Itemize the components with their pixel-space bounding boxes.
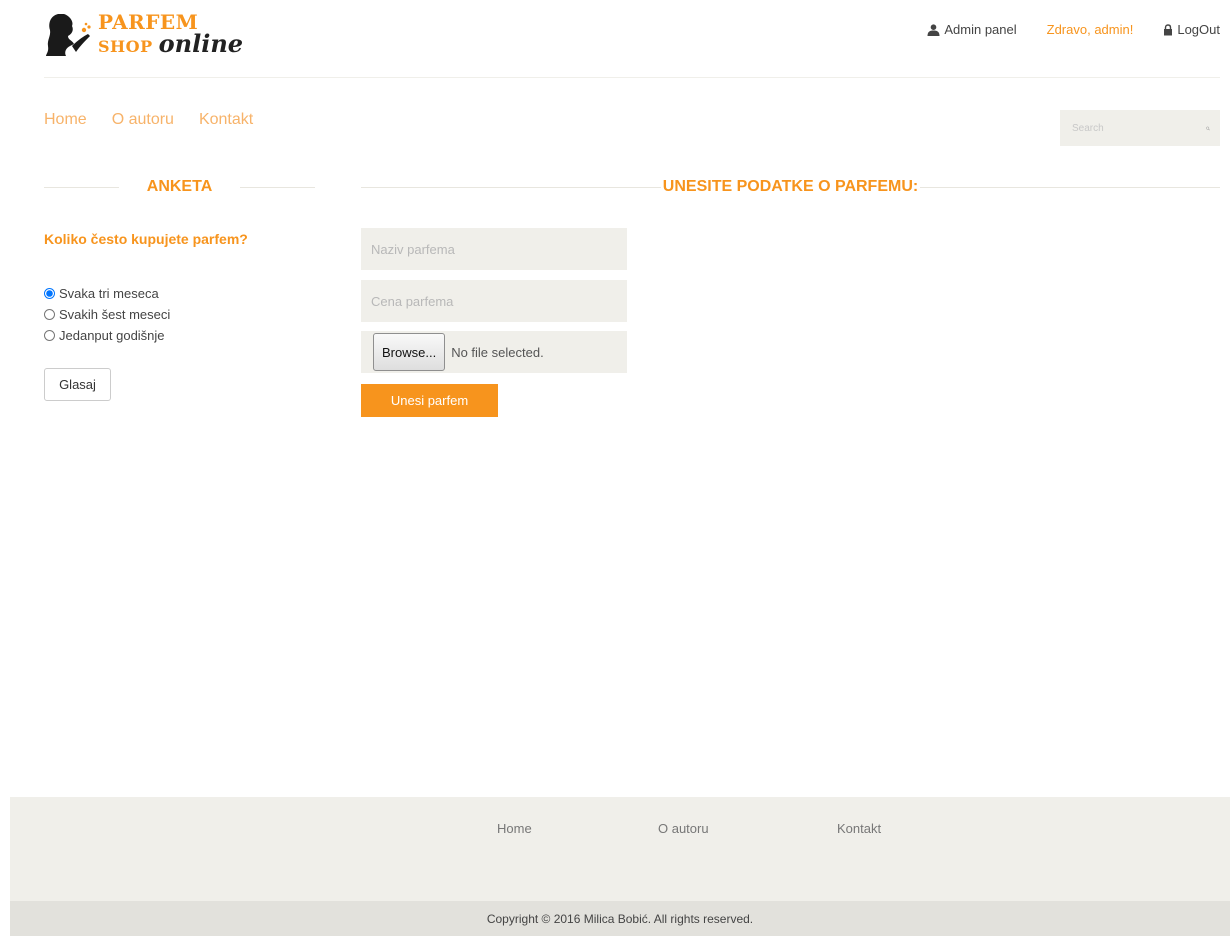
main-nav: Home O autoru Kontakt [44,111,278,129]
logout-label: LogOut [1177,22,1220,37]
nav-home[interactable]: Home [44,111,87,129]
footer-nav: Home O autoru Kontakt [10,797,1230,901]
logout-link[interactable]: LogOut [1163,22,1220,37]
nav-o-autoru[interactable]: O autoru [112,111,174,129]
poll-option-3[interactable]: Jedanput godišnje [44,325,170,346]
poll-question: Koliko često kupujete parfem? [44,231,248,247]
footer-link-home[interactable]: Home [497,821,532,836]
poll-radio-3[interactable] [44,330,55,341]
search-box [1060,110,1220,146]
file-upload-row: Browse... No file selected. [361,331,627,373]
poll-title: ANKETA [146,178,213,195]
heading-line [44,186,119,188]
submit-perfume-button[interactable]: Unesi parfem [361,384,498,417]
nav-kontakt[interactable]: Kontakt [199,111,253,129]
browse-button[interactable]: Browse... [373,333,446,371]
top-links: Admin panel Zdravo, admin! LogOut [897,22,1220,37]
footer-copyright: Copyright © 2016 Milica Bobić. All right… [10,901,1230,936]
file-status: No file selected. [451,344,544,360]
woman-silhouette-icon [46,14,91,56]
heading-line [361,186,661,188]
poll-option-label: Jedanput godišnje [59,328,165,343]
form-title: UNESITE PODATKE O PARFEMU: [662,178,919,195]
site-logo[interactable]: PARFEM SHOP online [44,6,264,62]
poll-option-label: Svaka tri meseca [59,286,159,301]
form-heading: UNESITE PODATKE O PARFEMU: [361,175,1221,199]
perfume-price-input[interactable] [361,280,627,322]
logo-shop: SHOP [98,37,153,56]
poll-option-1[interactable]: Svaka tri meseca [44,283,170,304]
header-divider [44,77,1220,78]
greeting-label: Zdravo, admin! [1046,22,1134,37]
poll-radio-2[interactable] [44,309,55,320]
poll-radio-1[interactable] [44,288,55,299]
poll-options: Svaka tri meseca Svakih šest meseci Jeda… [44,283,170,346]
footer-link-kontakt[interactable]: Kontakt [837,821,881,836]
heading-line [920,186,1221,188]
admin-panel-label: Admin panel [944,22,1017,37]
copyright-text: Copyright © 2016 Milica Bobić. All right… [486,911,754,926]
vote-button[interactable]: Glasaj [44,368,111,401]
footer-link-o-autoru[interactable]: O autoru [658,821,709,836]
search-icon[interactable] [1206,123,1210,134]
admin-panel-link[interactable]: Admin panel [927,22,1017,37]
user-icon [927,23,940,36]
search-input[interactable] [1070,121,1206,135]
heading-line [240,186,316,188]
greeting-link[interactable]: Zdravo, admin! [1047,22,1134,37]
lock-icon [1164,23,1173,35]
page: PARFEM SHOP online Admin panel Zdravo, a… [0,0,1230,936]
poll-option-label: Svakih šest meseci [59,307,171,322]
perfume-name-input[interactable] [361,228,627,270]
poll-option-2[interactable]: Svakih šest meseci [44,304,170,325]
logo-online: online [158,29,244,58]
poll-heading: ANKETA [44,175,316,199]
